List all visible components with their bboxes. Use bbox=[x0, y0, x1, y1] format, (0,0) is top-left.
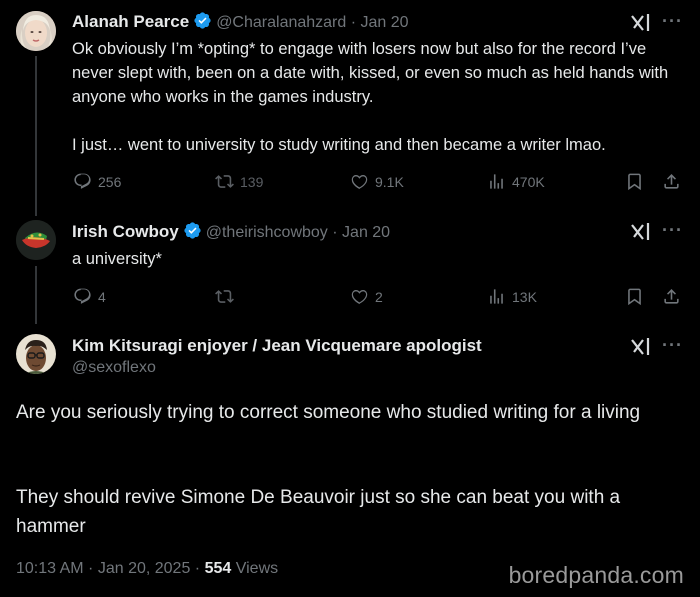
watermark: boredpanda.com bbox=[508, 562, 684, 588]
views-button[interactable]: 470K bbox=[487, 172, 545, 191]
thread-line-1 bbox=[35, 56, 37, 216]
tweet1-header: Alanah Pearce @Charalanahzard · Jan 20 bbox=[72, 11, 409, 35]
tweet2-handle[interactable]: @theirishcowboy bbox=[206, 224, 328, 241]
avatar-alanah[interactable] bbox=[16, 11, 56, 51]
share-icon[interactable] bbox=[662, 172, 681, 196]
tweet1-date[interactable]: · Jan 20 bbox=[351, 14, 409, 31]
avatar-irish-cowboy[interactable] bbox=[16, 220, 56, 260]
repost-icon bbox=[215, 290, 234, 303]
views-icon bbox=[490, 174, 503, 189]
more-icon[interactable]: ··· bbox=[662, 220, 683, 241]
tweet1-handle[interactable]: @Charalanahzard bbox=[216, 14, 346, 31]
share-icon[interactable] bbox=[662, 287, 681, 311]
repost-icon bbox=[215, 175, 234, 188]
like-count: 2 bbox=[375, 288, 383, 305]
tweet3-time[interactable]: 10:13 AM · Jan 20, 2025 · bbox=[16, 560, 200, 577]
reply-count: 4 bbox=[98, 288, 106, 305]
bookmark-icon[interactable] bbox=[625, 172, 644, 196]
more-icon[interactable]: ··· bbox=[662, 335, 683, 356]
like-button[interactable]: 2 bbox=[350, 287, 383, 306]
grok-icon[interactable] bbox=[630, 222, 652, 247]
tweet2-text: a university* bbox=[72, 250, 162, 268]
tweet3-text-2: They should revive Simone De Beauvoir ju… bbox=[16, 487, 621, 537]
reply-button[interactable]: 256 bbox=[73, 172, 121, 191]
thread-line-2 bbox=[35, 266, 37, 324]
reply-icon bbox=[74, 288, 91, 304]
views-button[interactable]: 13K bbox=[487, 287, 537, 306]
avatar-image bbox=[16, 220, 56, 260]
avatar-kim-enjoyer[interactable] bbox=[16, 334, 56, 374]
reply-button[interactable]: 4 bbox=[73, 287, 106, 306]
reply-icon bbox=[74, 173, 91, 189]
grok-icon[interactable] bbox=[630, 337, 652, 362]
tweet3-handle[interactable]: @sexoflexo bbox=[72, 359, 482, 377]
grok-icon[interactable] bbox=[630, 13, 652, 38]
repost-count: 139 bbox=[240, 173, 264, 190]
tweet3-views-count: 554 bbox=[204, 560, 232, 577]
like-button[interactable]: 9.1K bbox=[350, 172, 404, 191]
tweet3-views-label: Views bbox=[235, 560, 279, 577]
reply-count: 256 bbox=[98, 173, 122, 190]
tweet3-header: Kim Kitsuragi enjoyer / Jean Vicquemare … bbox=[72, 336, 482, 377]
like-count: 9.1K bbox=[375, 173, 404, 190]
tweet3-timestamp: 10:13 AM · Jan 20, 2025 · 554 Views bbox=[16, 560, 278, 578]
verified-badge-icon bbox=[193, 11, 212, 35]
like-icon bbox=[351, 289, 368, 305]
bookmark-icon[interactable] bbox=[625, 287, 644, 311]
avatar-image bbox=[16, 11, 56, 51]
tweet1-text: Ok obviously I’m *opting* to engage with… bbox=[72, 40, 669, 106]
repost-button[interactable]: 139 bbox=[215, 172, 263, 191]
tweet2-author-name[interactable]: Irish Cowboy bbox=[72, 222, 179, 241]
tweet3-text: Are you seriously trying to correct some… bbox=[16, 402, 641, 423]
views-count: 470K bbox=[512, 173, 545, 190]
tweet2-header: Irish Cowboy @theirishcowboy · Jan 20 bbox=[72, 221, 390, 245]
more-icon[interactable]: ··· bbox=[662, 11, 683, 32]
tweet1-author-name[interactable]: Alanah Pearce bbox=[72, 12, 189, 31]
tweet1-text-2: I just… went to university to study writ… bbox=[72, 136, 606, 154]
verified-badge-icon bbox=[183, 221, 202, 245]
views-icon bbox=[490, 289, 503, 304]
avatar-image bbox=[16, 334, 56, 374]
like-icon bbox=[351, 174, 368, 190]
views-count: 13K bbox=[512, 288, 537, 305]
tweet2-date[interactable]: · Jan 20 bbox=[332, 224, 390, 241]
tweet3-author-name[interactable]: Kim Kitsuragi enjoyer / Jean Vicquemare … bbox=[72, 336, 482, 356]
repost-button[interactable] bbox=[215, 287, 240, 306]
